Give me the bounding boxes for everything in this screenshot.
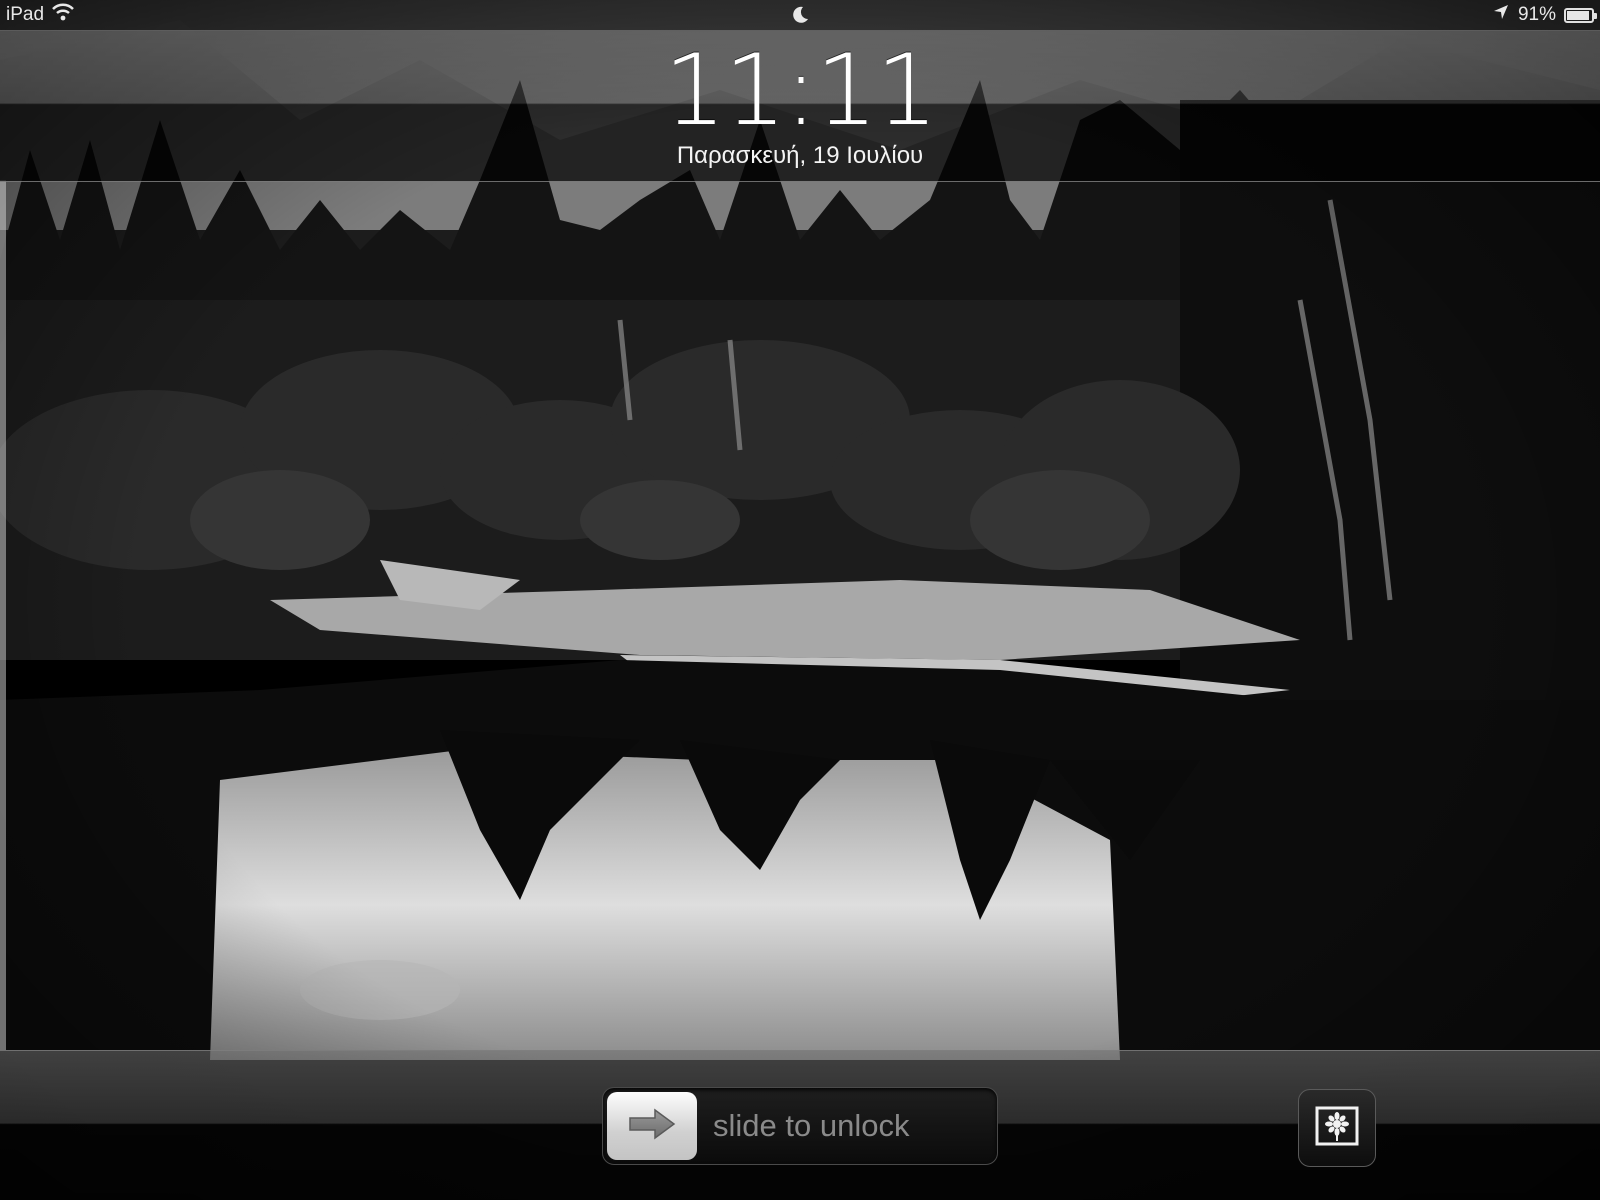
status-left: iPad bbox=[6, 3, 74, 27]
ipad-lock-screen: iPad 91% 11:11 Παρασκευή, 19 Ιουλίου sli… bbox=[0, 0, 1600, 1200]
picture-frame-button[interactable] bbox=[1298, 1089, 1376, 1167]
battery-fill bbox=[1567, 10, 1589, 20]
slide-to-unlock-label: slide to unlock bbox=[713, 1108, 910, 1143]
battery-cap bbox=[1594, 12, 1597, 19]
unlock-slider-knob[interactable] bbox=[607, 1092, 697, 1160]
battery-percentage: 91% bbox=[1517, 4, 1556, 25]
slide-to-unlock-track[interactable]: slide to unlock bbox=[602, 1087, 998, 1165]
device-label: iPad bbox=[6, 4, 45, 25]
arrow-right-icon bbox=[627, 1107, 677, 1146]
location-arrow-icon bbox=[1492, 3, 1510, 27]
picture-frame-flower-icon bbox=[1314, 1105, 1360, 1152]
lock-date: Παρασκευή, 19 Ιουλίου bbox=[676, 142, 924, 169]
status-bar: iPad 91% bbox=[0, 0, 1600, 30]
wifi-icon bbox=[52, 3, 74, 27]
lock-clock-bar: 11:11 Παρασκευή, 19 Ιουλίου bbox=[0, 30, 1600, 182]
lock-time: 11:11 bbox=[663, 34, 938, 148]
battery-icon bbox=[1564, 7, 1597, 23]
moon-icon bbox=[788, 4, 812, 26]
unlock-bar: slide to unlock bbox=[0, 1050, 1600, 1200]
status-right: 91% bbox=[1492, 3, 1597, 27]
